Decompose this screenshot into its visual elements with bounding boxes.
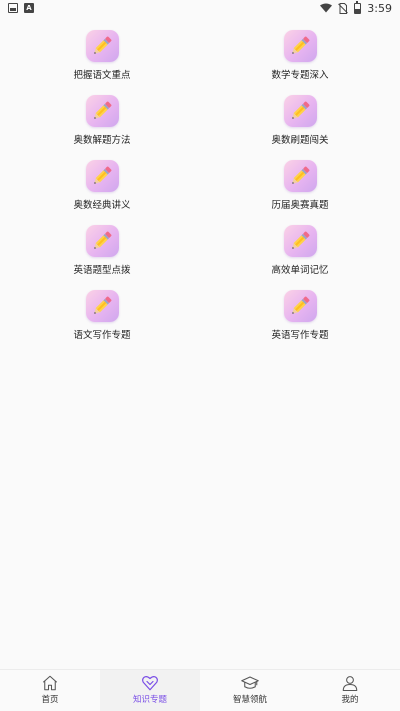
topic-grid: 把握语文重点 数学专题深入 奥数解题方法 奥数刷题闯关 奥数经典讲义 历届奥赛真…	[0, 30, 400, 341]
topic-label: 数学专题深入	[271, 70, 329, 81]
bottom-nav: 首页 知识专题 智慧领航 我的	[0, 669, 400, 711]
heart-chevron-icon	[142, 676, 158, 691]
topic-label: 奥数刷题闯关	[271, 135, 329, 146]
pencil-icon	[85, 95, 119, 127]
topic-label: 奥数解题方法	[73, 135, 131, 146]
topic-label: 英语写作专题	[271, 330, 329, 341]
topic-item[interactable]: 英语写作专题	[200, 290, 400, 341]
nav-wisdom-guide[interactable]: 智慧领航	[200, 670, 300, 711]
topic-item[interactable]: 语文写作专题	[0, 290, 200, 341]
image-notification-icon	[8, 3, 18, 13]
nav-knowledge-topics-label: 知识专题	[132, 695, 167, 705]
pencil-icon	[85, 225, 119, 257]
pencil-icon	[85, 290, 119, 322]
topic-item[interactable]: 奥数经典讲义	[0, 160, 200, 211]
topic-item[interactable]: 历届奥赛真题	[200, 160, 400, 211]
pencil-glyph	[94, 231, 112, 249]
pencil-icon	[283, 225, 317, 257]
topic-item[interactable]: 奥数解题方法	[0, 95, 200, 146]
pencil-glyph	[292, 36, 310, 54]
pencil-icon	[283, 95, 317, 127]
pencil-glyph	[292, 166, 310, 184]
home-icon	[42, 675, 58, 691]
topic-label: 把握语文重点	[73, 70, 131, 81]
nav-home[interactable]: 首页	[0, 670, 100, 711]
topic-label: 奥数经典讲义	[73, 200, 131, 211]
status-left: A	[8, 3, 34, 13]
nav-wisdom-guide-label: 智慧领航	[232, 695, 267, 705]
status-time: 3:59	[367, 1, 392, 15]
topic-label: 高效单词记忆	[271, 265, 329, 276]
screen: A 3:59 把握语文重点 数学专题深入 奥数解题方法 奥数刷题闯关 奥数经典讲…	[0, 0, 400, 711]
nav-mine-label: 我的	[341, 695, 359, 705]
a-notification-icon: A	[24, 3, 34, 13]
topic-item[interactable]: 把握语文重点	[0, 30, 200, 81]
topic-item[interactable]: 英语题型点拨	[0, 225, 200, 276]
topic-label: 英语题型点拨	[73, 265, 131, 276]
pencil-glyph	[94, 36, 112, 54]
pencil-icon	[283, 30, 317, 62]
topic-label: 历届奥赛真题	[271, 200, 329, 211]
pencil-glyph	[94, 101, 112, 119]
no-sim-icon	[338, 2, 349, 14]
wifi-icon	[320, 3, 333, 13]
topic-item[interactable]: 数学专题深入	[200, 30, 400, 81]
pencil-glyph	[292, 296, 310, 314]
nav-mine[interactable]: 我的	[300, 670, 400, 711]
pencil-icon	[283, 290, 317, 322]
pencil-glyph	[292, 101, 310, 119]
status-right: 3:59	[320, 0, 392, 15]
pencil-icon	[283, 160, 317, 192]
topic-item[interactable]: 奥数刷题闯关	[200, 95, 400, 146]
battery-icon	[354, 0, 362, 14]
pencil-icon	[85, 160, 119, 192]
topic-item[interactable]: 高效单词记忆	[200, 225, 400, 276]
pencil-glyph	[292, 231, 310, 249]
pencil-glyph	[94, 166, 112, 184]
status-bar: A 3:59	[0, 0, 400, 16]
topic-label: 语文写作专题	[73, 330, 131, 341]
graduation-cap-icon	[241, 676, 259, 689]
nav-knowledge-topics[interactable]: 知识专题	[100, 670, 200, 711]
user-icon	[342, 676, 358, 692]
pencil-glyph	[94, 296, 112, 314]
nav-home-label: 首页	[41, 695, 59, 705]
pencil-icon	[85, 30, 119, 62]
